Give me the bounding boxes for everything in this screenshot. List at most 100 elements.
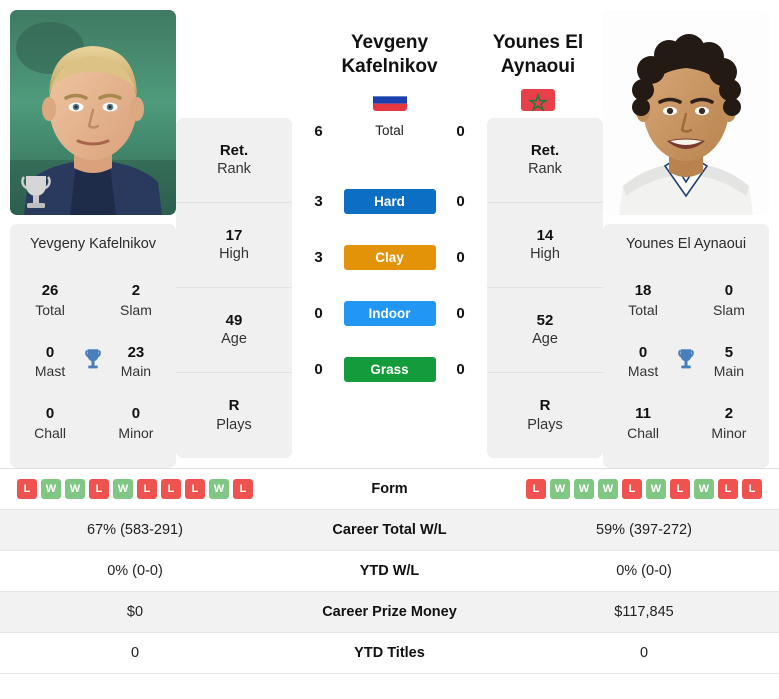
surface-row-indoor: 0 Indoor 0 (296, 285, 483, 341)
career-prize-money-label: Career Prize Money (322, 604, 457, 620)
trophy-icon (671, 346, 701, 377)
form-badge-win[interactable]: W (209, 479, 229, 499)
form-badge-win[interactable]: W (574, 479, 594, 499)
left-score-grass: 0 (314, 360, 323, 378)
ytd-titles-label: YTD Titles (354, 645, 425, 661)
surface-label-hard[interactable]: Hard (343, 188, 436, 214)
form-badge-loss[interactable]: L (526, 479, 546, 499)
right-form-strip: LWWWLWLWLL (526, 479, 762, 499)
right-rank-cell: Ret. Rank (487, 118, 603, 203)
form-badge-win[interactable]: W (550, 479, 570, 499)
right-titles-row-1: 18 Total 0 Slam (609, 282, 763, 319)
left-player-photo[interactable] (10, 10, 176, 215)
table-row-prize-money: $0 Career Prize Money $117,845 (0, 592, 779, 633)
form-badge-loss[interactable]: L (137, 479, 157, 499)
form-badge-win[interactable]: W (646, 479, 666, 499)
right-slam-titles: 0 Slam (712, 282, 745, 318)
left-high-rank-cell: 17 High (176, 203, 292, 288)
player-names-row: Yevgeny Kafelnikov (296, 10, 483, 112)
head-to-head-comparison: Yevgeny Kafelnikov 26 Total 2 Slam 0 Mas… (0, 0, 779, 674)
morocco-flag-icon (521, 89, 555, 112)
russia-flag-icon (372, 89, 407, 112)
right-titles-row-2: 0 Mast 5 Main (609, 344, 763, 381)
right-player-titles-card: Younes El Aynaoui 18 Total 0 Slam 0 Mast… (603, 224, 769, 468)
right-ytd-wl: 0% (0-0) (616, 563, 672, 579)
left-player-name-line1: Yevgeny (350, 32, 429, 53)
form-badge-loss[interactable]: L (742, 479, 762, 499)
surface-label-clay[interactable]: Clay (343, 244, 436, 270)
form-badge-loss[interactable]: L (161, 479, 181, 499)
right-player-column: Younes El Aynaoui 18 Total 0 Slam 0 Mast… (603, 10, 769, 468)
surface-label-indoor[interactable]: Indoor (343, 300, 436, 326)
right-player-name-block[interactable]: Younes El Aynaoui (470, 10, 606, 112)
left-plays-cell: R Plays (216, 397, 252, 433)
form-badge-loss[interactable]: L (233, 479, 253, 499)
left-age-cell: 49 Age (176, 288, 292, 373)
left-player-name-block[interactable]: Yevgeny Kafelnikov (296, 10, 483, 112)
surface-label-grass[interactable]: Grass (343, 356, 436, 382)
comparison-stats-table: LWWLWLLLWL Form LWWWLWLWLL 67% (583-291)… (0, 468, 779, 674)
right-titles-row-3: 11 Chall 2 Minor (609, 405, 763, 442)
right-player-card-name: Younes El Aynaoui (625, 236, 747, 252)
career-total-wl-label: Career Total W/L (332, 522, 447, 538)
right-prize-money: $117,845 (614, 604, 674, 620)
form-badge-win[interactable]: W (41, 479, 61, 499)
surface-row-hard: 3 Hard 0 (296, 173, 483, 229)
right-age-cell: 52 Age (487, 288, 603, 373)
left-score-indoor: 0 (314, 304, 323, 322)
right-score-total: 0 (456, 123, 465, 141)
left-challenger-titles: 0 Chall (34, 404, 66, 441)
left-total-titles: 26 Total (35, 282, 65, 318)
left-player-titles-card: Yevgeny Kafelnikov 26 Total 2 Slam 0 Mas… (10, 224, 176, 468)
left-minor-titles: 0 Minor (118, 404, 154, 441)
ytd-wl-label: YTD W/L (359, 563, 420, 579)
surface-label-total: Total (375, 123, 404, 139)
right-total-titles: 18 Total (628, 282, 658, 318)
right-masters-titles: 0 Mast (627, 343, 659, 380)
right-minor-titles: 2 Minor (711, 404, 747, 441)
form-badge-win[interactable]: W (694, 479, 714, 499)
table-row-form: LWWLWLLLWL Form LWWWLWLWLL (0, 469, 779, 510)
left-form-cell: LWWLWLLLWL (0, 479, 270, 499)
right-form-cell: LWWWLWLWLL (509, 479, 779, 499)
form-badge-loss[interactable]: L (185, 479, 205, 499)
form-badge-loss[interactable]: L (670, 479, 690, 499)
right-player-name-line2: Aynaoui (500, 55, 576, 77)
right-main-titles: 5 Main (713, 343, 745, 380)
table-row-career-wl: 67% (583-291) Career Total W/L 59% (397-… (0, 510, 779, 551)
left-titles-row-3: 0 Chall 0 Minor (16, 405, 170, 442)
surface-row-clay: 3 Clay 0 (296, 229, 483, 285)
surface-row-grass: 0 Grass 0 (296, 341, 483, 397)
right-player-photo[interactable] (603, 10, 769, 215)
form-badge-loss[interactable]: L (622, 479, 642, 499)
form-badge-loss[interactable]: L (718, 479, 738, 499)
left-player-name-line2: Kafelnikov (341, 55, 438, 77)
left-score-hard: 3 (314, 192, 323, 210)
right-plays-cell: R Plays (527, 397, 563, 433)
left-career-wl: 67% (583-291) (87, 522, 183, 538)
form-badge-win[interactable]: W (598, 479, 618, 499)
right-player-info-column: Ret. Rank 14 High 52 Age R Plays (487, 118, 603, 458)
right-ytd-titles: 0 (639, 645, 649, 661)
left-player-column: Yevgeny Kafelnikov 26 Total 2 Slam 0 Mas… (10, 10, 176, 468)
form-badge-win[interactable]: W (113, 479, 133, 499)
left-masters-titles: 0 Mast (34, 343, 66, 380)
right-career-wl: 59% (397-272) (596, 522, 692, 538)
left-slam-titles: 2 Slam (119, 282, 152, 318)
surface-breakdown: 6 Total 0 3 Hard 0 3 Clay 0 0 Indoor 0 0… (296, 123, 483, 397)
form-badge-win[interactable]: W (65, 479, 85, 499)
left-score-clay: 3 (314, 248, 323, 266)
form-badge-loss[interactable]: L (17, 479, 37, 499)
left-rank-cell: Ret. Rank (176, 118, 292, 203)
right-score-grass: 0 (456, 360, 465, 378)
right-player-name-line1: Younes El (492, 32, 584, 53)
left-form-strip: LWWLWLLLWL (17, 479, 253, 499)
left-titles-row-2: 0 Mast 23 Main (16, 344, 170, 381)
form-badge-loss[interactable]: L (89, 479, 109, 499)
left-prize-money: $0 (126, 604, 144, 620)
table-row-ytd-titles: 0 YTD Titles 0 (0, 633, 779, 674)
left-player-info-column: Ret. Rank 17 High 49 Age R Plays (176, 118, 292, 458)
trophy-icon (78, 346, 108, 377)
comparison-top-area: Yevgeny Kafelnikov 26 Total 2 Slam 0 Mas… (0, 0, 779, 468)
left-score-total: 6 (314, 123, 323, 141)
